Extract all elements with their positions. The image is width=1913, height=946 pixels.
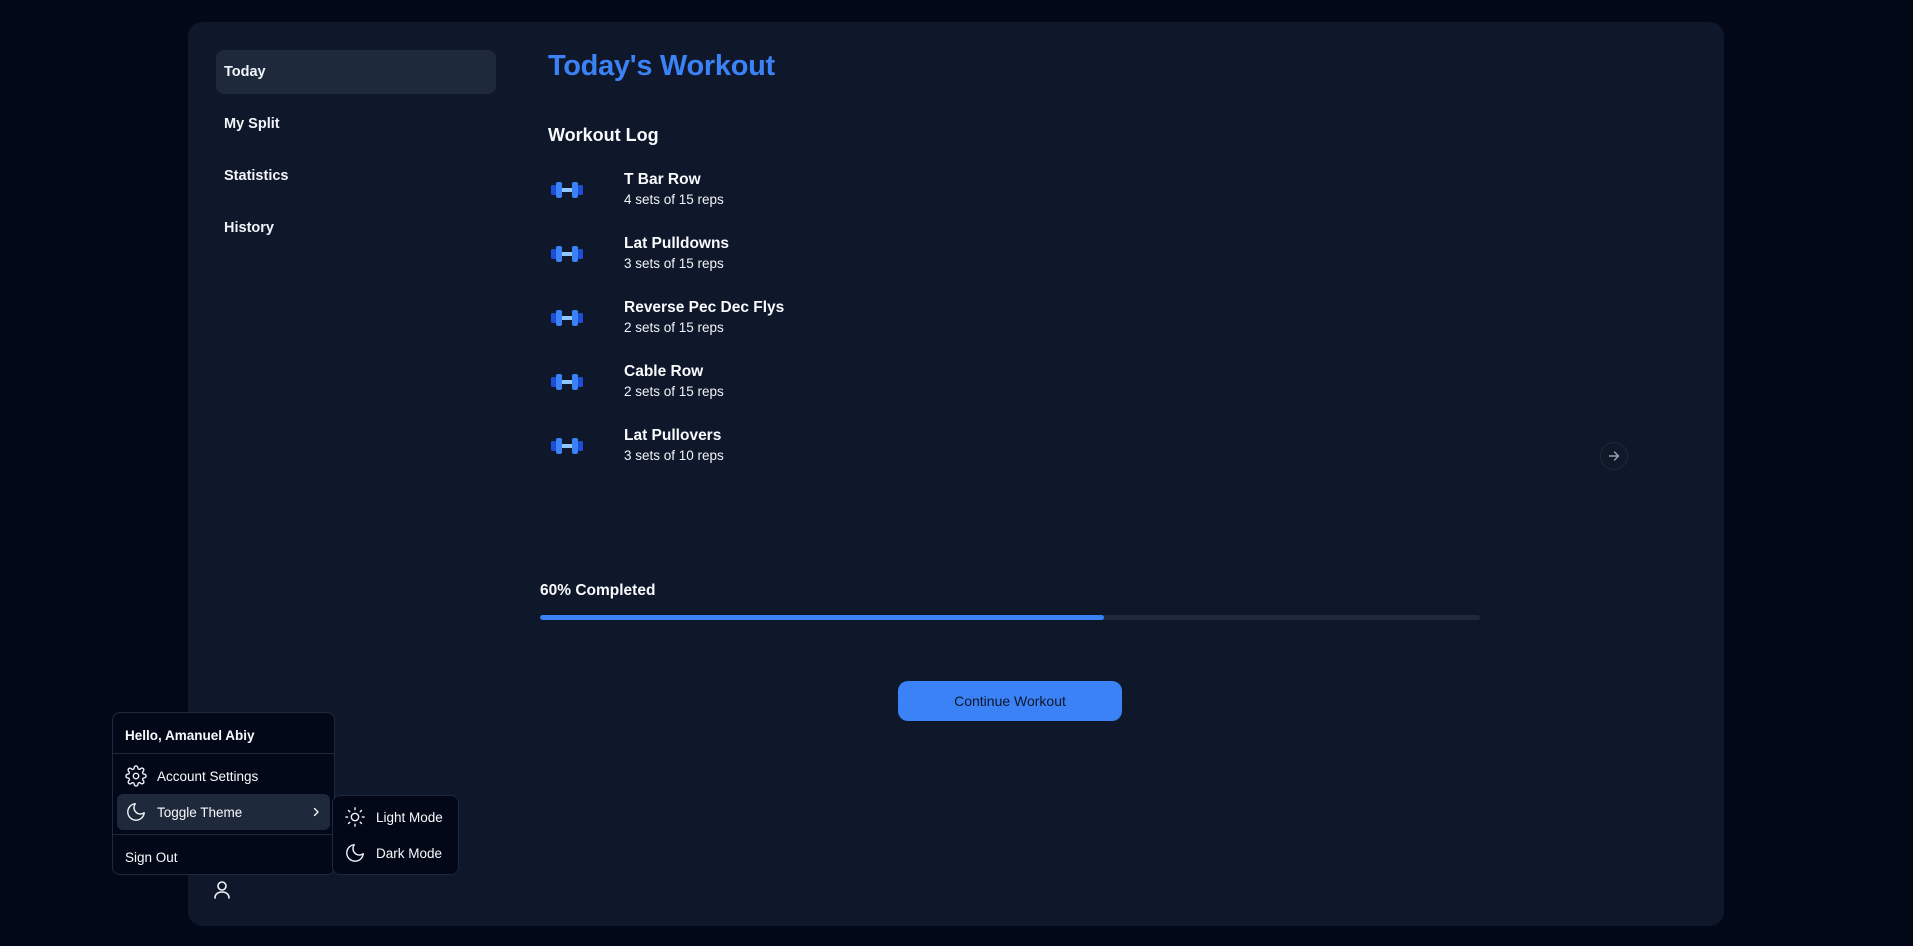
toggle-theme-label: Toggle Theme bbox=[157, 804, 243, 820]
menu-divider bbox=[113, 834, 334, 835]
sidebar-item-label: Today bbox=[224, 64, 266, 80]
exercise-name: Reverse Pec Dec Flys bbox=[624, 299, 785, 316]
dumbbell-icon bbox=[548, 244, 624, 264]
workout-log-title: Workout Log bbox=[548, 125, 659, 145]
progress-label: 60% Completed bbox=[540, 582, 656, 599]
chevron-right-icon bbox=[310, 806, 322, 818]
arrow-right-icon bbox=[1607, 449, 1621, 463]
sidebar-item-my-split[interactable]: My Split bbox=[216, 102, 496, 146]
account-settings-label: Account Settings bbox=[157, 768, 259, 784]
light-mode-item[interactable]: Light Mode bbox=[336, 799, 455, 835]
list-item[interactable]: T Bar Row 4 sets of 15 reps bbox=[548, 158, 1698, 222]
exercise-name: Cable Row bbox=[624, 363, 704, 380]
sun-icon bbox=[344, 806, 366, 828]
theme-submenu: Light Mode Dark Mode bbox=[332, 795, 459, 875]
exercise-detail: 4 sets of 15 reps bbox=[624, 192, 724, 207]
sign-out-label: Sign Out bbox=[125, 849, 178, 865]
exercise-detail: 3 sets of 10 reps bbox=[624, 448, 724, 463]
toggle-theme-item[interactable]: Toggle Theme bbox=[117, 794, 330, 830]
exercise-name: Lat Pullovers bbox=[624, 427, 722, 444]
moon-icon bbox=[344, 842, 366, 864]
user-menu: Hello, Amanuel Abiy Account Settings Tog… bbox=[112, 712, 335, 875]
sign-out-item[interactable]: Sign Out bbox=[117, 839, 330, 875]
dark-mode-label: Dark Mode bbox=[376, 845, 443, 861]
exercise-detail: 3 sets of 15 reps bbox=[624, 256, 724, 271]
exercise-name: T Bar Row bbox=[624, 171, 701, 188]
progress-section: 60% Completed bbox=[540, 582, 1480, 620]
dumbbell-icon bbox=[548, 308, 624, 328]
list-item[interactable]: Cable Row 2 sets of 15 reps bbox=[548, 350, 1698, 414]
account-settings-item[interactable]: Account Settings bbox=[117, 758, 330, 794]
sidebar-item-history[interactable]: History bbox=[216, 206, 496, 250]
exercise-name: Lat Pulldowns bbox=[624, 235, 730, 252]
moon-icon bbox=[125, 801, 147, 823]
main-content: Today's Workout Workout Log T Bar Row 4 … bbox=[548, 50, 1698, 478]
list-item[interactable]: Lat Pulldowns 3 sets of 15 reps bbox=[548, 222, 1698, 286]
user-greeting: Hello, Amanuel Abiy bbox=[125, 727, 255, 743]
user-icon[interactable] bbox=[210, 878, 234, 902]
sidebar-item-today[interactable]: Today bbox=[216, 50, 496, 94]
app-card: Today My Split Statistics History Today'… bbox=[188, 22, 1724, 926]
dark-mode-item[interactable]: Dark Mode bbox=[336, 835, 455, 871]
menu-divider bbox=[113, 753, 334, 754]
list-item[interactable]: Lat Pullovers 3 sets of 10 reps bbox=[548, 414, 1698, 478]
next-button[interactable] bbox=[1600, 442, 1628, 470]
progress-fill bbox=[540, 615, 1104, 620]
exercise-list: T Bar Row 4 sets of 15 reps Lat Pulldown… bbox=[548, 158, 1698, 478]
gear-icon bbox=[125, 765, 147, 787]
dumbbell-icon bbox=[548, 372, 624, 392]
dumbbell-icon bbox=[548, 180, 624, 200]
continue-workout-button[interactable]: Continue Workout bbox=[898, 681, 1122, 721]
page-title: Today's Workout bbox=[548, 50, 775, 82]
sidebar-item-statistics[interactable]: Statistics bbox=[216, 154, 496, 198]
dumbbell-icon bbox=[548, 436, 624, 456]
exercise-detail: 2 sets of 15 reps bbox=[624, 384, 724, 399]
sidebar-item-label: Statistics bbox=[224, 168, 289, 184]
sidebar: Today My Split Statistics History bbox=[216, 50, 496, 258]
exercise-detail: 2 sets of 15 reps bbox=[624, 320, 724, 335]
sidebar-item-label: My Split bbox=[224, 116, 280, 132]
list-item[interactable]: Reverse Pec Dec Flys 2 sets of 15 reps bbox=[548, 286, 1698, 350]
light-mode-label: Light Mode bbox=[376, 809, 443, 825]
progress-bar bbox=[540, 615, 1480, 620]
sidebar-item-label: History bbox=[224, 220, 274, 236]
